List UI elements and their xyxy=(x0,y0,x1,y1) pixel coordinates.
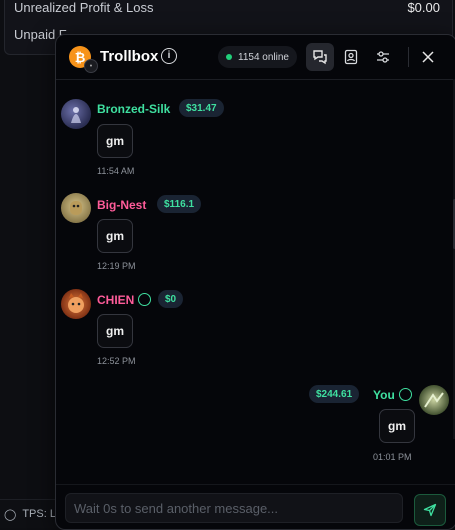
message-bubble: gm xyxy=(97,124,133,158)
info-icon[interactable]: i xyxy=(161,48,177,64)
amount-badge: $0 xyxy=(158,290,184,308)
amount-badge: $31.47 xyxy=(179,99,224,117)
badge-icon: • xyxy=(84,59,98,73)
fire-icon: ◯ xyxy=(4,508,17,521)
message-text: gm xyxy=(106,134,124,148)
avatar-image-icon xyxy=(424,392,444,408)
avatar[interactable] xyxy=(419,385,449,415)
avatar[interactable] xyxy=(61,193,91,223)
unrealized-pnl-label: Unrealized Profit & Loss xyxy=(14,0,154,15)
message-text: gm xyxy=(106,324,124,338)
online-dot-icon xyxy=(226,54,232,60)
amount-badge: $244.61 xyxy=(309,385,360,403)
message-input[interactable] xyxy=(65,493,403,523)
message-composer xyxy=(56,484,455,529)
trollbox-title: Trollbox xyxy=(100,48,159,65)
avatar[interactable] xyxy=(61,289,91,319)
verified-check-icon xyxy=(138,293,151,306)
avatar[interactable] xyxy=(61,99,91,129)
message-time: 12:19 PM xyxy=(97,261,136,271)
send-button[interactable] xyxy=(414,494,446,526)
message-time: 11:54 AM xyxy=(97,166,135,176)
close-button[interactable] xyxy=(414,43,442,71)
message-bubble: gm xyxy=(97,219,133,253)
avatar-image-icon xyxy=(68,293,84,313)
profile-button[interactable] xyxy=(337,43,365,71)
header-divider xyxy=(408,47,409,67)
avatar-image-icon xyxy=(71,107,81,123)
chat-button[interactable] xyxy=(306,43,334,71)
verified-check-icon xyxy=(399,388,412,401)
message-bubble: gm xyxy=(97,314,133,348)
trollbox-header: ₿ • Trollbox i 1154 online xyxy=(56,35,455,80)
settings-button[interactable] xyxy=(369,43,397,71)
message-text: gm xyxy=(106,229,124,243)
send-icon xyxy=(423,503,437,517)
username[interactable]: You xyxy=(373,388,395,402)
message-time: 12:52 PM xyxy=(97,356,136,366)
contact-card-icon xyxy=(344,49,358,65)
amount-badge: $116.1 xyxy=(157,195,202,213)
online-count-badge: 1154 online xyxy=(218,46,297,68)
username[interactable]: Bronzed-Silk xyxy=(97,102,170,116)
username[interactable]: Big-Nest xyxy=(97,198,146,212)
online-count-text: 1154 online xyxy=(238,51,289,63)
avatar-image-icon xyxy=(70,201,82,215)
username[interactable]: CHIEN xyxy=(97,293,134,307)
sliders-icon xyxy=(377,51,389,63)
close-icon xyxy=(422,51,434,63)
trollbox-window: ₿ • Trollbox i 1154 online Bronzed-Silk … xyxy=(55,34,455,530)
message-text: gm xyxy=(388,419,406,433)
message-bubble: gm xyxy=(379,409,415,443)
chat-bubbles-icon xyxy=(313,50,327,65)
tps-label: TPS: L xyxy=(22,508,56,520)
unrealized-pnl-value: $0.00 xyxy=(407,0,440,15)
message-time: 01:01 PM xyxy=(373,452,412,462)
